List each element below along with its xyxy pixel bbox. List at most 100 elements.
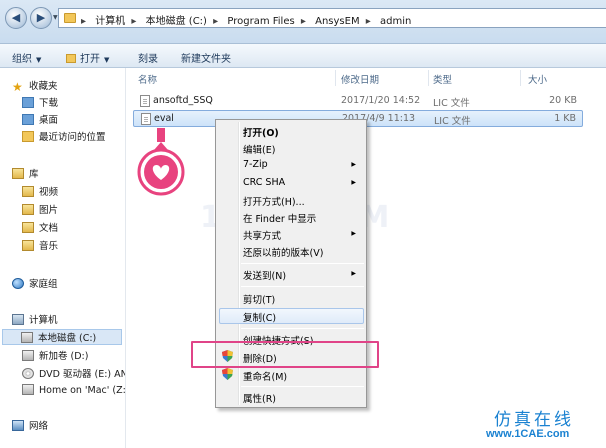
nav-drive-d[interactable]: 新加卷 (D:) — [22, 348, 125, 364]
column-header-type[interactable]: 类型 — [433, 72, 452, 86]
column-header-name[interactable]: 名称 — [138, 72, 157, 86]
nav-dvd-drive[interactable]: DVD 驱动器 (E:) AN — [22, 366, 125, 382]
nav-computer[interactable]: 计算机 — [12, 312, 137, 328]
column-header-size[interactable]: 大小 — [528, 72, 547, 86]
drive-icon — [21, 332, 33, 343]
menu-item-cut[interactable]: 剪切(T) — [243, 292, 275, 306]
delete-highlight-box — [191, 341, 379, 368]
menu-separator — [241, 263, 364, 264]
crumb-admin[interactable]: admin — [380, 16, 411, 27]
nav-downloads[interactable]: 下载 — [22, 95, 147, 111]
crumb-program-files[interactable]: Program Files — [227, 16, 294, 27]
nav-documents[interactable]: 文档 — [22, 220, 147, 236]
menu-hover-highlight — [219, 308, 364, 324]
organize-label: 组织 — [12, 54, 32, 65]
forward-button[interactable]: ▶ — [30, 7, 52, 29]
menu-item-open-with[interactable]: 打开方式(H)... — [243, 194, 305, 208]
nav-recent-places[interactable]: 最近访问的位置 — [22, 129, 147, 145]
menu-item-open[interactable]: 打开(O) — [243, 125, 279, 139]
nav-label: 文档 — [39, 223, 59, 234]
back-button[interactable]: ◀ — [5, 7, 27, 29]
homegroup-icon — [12, 278, 24, 289]
menu-item-share[interactable]: 共享方式 — [243, 228, 281, 242]
file-size: 20 KB — [549, 95, 577, 106]
submenu-arrow-icon: ▶ — [351, 161, 356, 168]
video-icon — [22, 186, 34, 197]
star-icon: ★ — [12, 80, 23, 94]
menu-item-rename[interactable]: 重命名(M) — [243, 369, 287, 383]
nav-pictures[interactable]: 图片 — [22, 202, 147, 218]
menu-separator — [241, 328, 364, 329]
organize-button[interactable]: 组织 ▼ — [12, 50, 41, 65]
chevron-right-icon[interactable]: ▸ — [366, 16, 371, 27]
chevron-right-icon[interactable]: ▸ — [213, 16, 218, 27]
nav-homegroup[interactable]: 家庭组 — [12, 276, 137, 292]
column-divider[interactable] — [335, 70, 336, 86]
nav-libraries[interactable]: 库 — [12, 166, 137, 182]
file-type: LIC 文件 — [434, 116, 471, 127]
brand-url: www.1CAE.com — [486, 428, 570, 440]
nav-desktop[interactable]: 桌面 — [22, 112, 147, 128]
nav-music[interactable]: 音乐 — [22, 238, 147, 254]
nav-label: 最近访问的位置 — [39, 132, 106, 143]
menu-item-copy[interactable]: 复制(C) — [243, 310, 276, 324]
chevron-right-icon[interactable]: ▸ — [301, 16, 306, 27]
nav-label: 视频 — [39, 187, 59, 198]
open-button[interactable]: 打开 ▼ — [66, 50, 109, 65]
crumb-drive-c[interactable]: 本地磁盘 (C:) — [146, 16, 207, 27]
nav-videos[interactable]: 视频 — [22, 184, 147, 200]
shield-icon — [222, 368, 233, 380]
network-drive-icon — [22, 384, 34, 395]
nav-label: 库 — [29, 169, 39, 180]
menu-item-crc-sha[interactable]: CRC SHA — [243, 177, 285, 188]
pane-divider[interactable] — [125, 68, 126, 448]
nav-label: 音乐 — [39, 241, 59, 252]
chevron-right-icon[interactable]: ▸ — [131, 16, 136, 27]
submenu-arrow-icon: ▶ — [351, 270, 356, 277]
column-divider[interactable] — [520, 70, 521, 86]
music-icon — [22, 240, 34, 251]
breadcrumb[interactable]: ▸ 计算机 ▸ 本地磁盘 (C:) ▸ Program Files ▸ Ansy… — [58, 8, 606, 28]
nav-label: 家庭组 — [29, 279, 58, 290]
menu-item-restore[interactable]: 还原以前的版本(V) — [243, 245, 323, 259]
nav-label: DVD 驱动器 (E:) AN — [39, 369, 125, 380]
menu-item-show-in-finder[interactable]: 在 Finder 中显示 — [243, 211, 316, 225]
menu-item-edit[interactable]: 编辑(E) — [243, 142, 275, 156]
nav-label: 收藏夹 — [29, 81, 58, 92]
file-date: 2017/1/20 14:52 — [341, 95, 421, 106]
address-bar: ◀ ▶ ▼ ▸ 计算机 ▸ 本地磁盘 (C:) ▸ Program Files … — [0, 0, 606, 44]
menu-item-send-to[interactable]: 发送到(N) — [243, 268, 286, 282]
file-row[interactable]: ansoftd_SSQ 2017/1/20 14:52 LIC 文件 20 KB — [133, 93, 583, 110]
nav-network[interactable]: 网络 — [12, 418, 137, 434]
nav-label: 图片 — [39, 205, 59, 216]
nav-favorites[interactable]: ★ 收藏夹 — [12, 78, 137, 94]
nav-drive-c[interactable]: 本地磁盘 (C:) — [2, 329, 122, 345]
nav-label: 网络 — [29, 421, 49, 432]
nav-label: 新加卷 (D:) — [39, 351, 89, 362]
brand-logo-text: 仿真在线 — [494, 410, 574, 430]
picture-icon — [22, 204, 34, 215]
file-icon — [140, 95, 150, 107]
crumb-ansysem[interactable]: AnsysEM — [315, 16, 359, 27]
chevron-down-icon: ▼ — [36, 56, 42, 64]
recent-places-icon — [22, 131, 34, 142]
nav-label: 下载 — [39, 98, 59, 109]
new-folder-button[interactable]: 新建文件夹 — [181, 50, 231, 65]
desktop-icon — [22, 114, 34, 125]
menu-item-properties[interactable]: 属性(R) — [243, 391, 276, 405]
burn-button[interactable]: 刻录 — [138, 50, 158, 65]
history-dropdown-icon[interactable]: ▼ — [53, 14, 58, 21]
crumb-computer[interactable]: 计算机 — [95, 16, 125, 27]
network-icon — [12, 420, 24, 431]
nav-label: 本地磁盘 (C:) — [38, 333, 97, 344]
chevron-right-icon[interactable]: ▸ — [81, 16, 86, 27]
menu-item-7zip[interactable]: 7-Zip — [243, 159, 268, 170]
folder-icon — [64, 13, 76, 23]
submenu-arrow-icon: ▶ — [351, 179, 356, 186]
column-divider[interactable] — [428, 70, 429, 86]
nav-mac-home[interactable]: Home on 'Mac' (Z: — [22, 384, 125, 400]
chevron-down-icon: ▼ — [104, 56, 110, 64]
computer-icon — [12, 314, 24, 325]
column-header-date[interactable]: 修改日期 — [341, 72, 379, 86]
document-icon — [22, 222, 34, 233]
